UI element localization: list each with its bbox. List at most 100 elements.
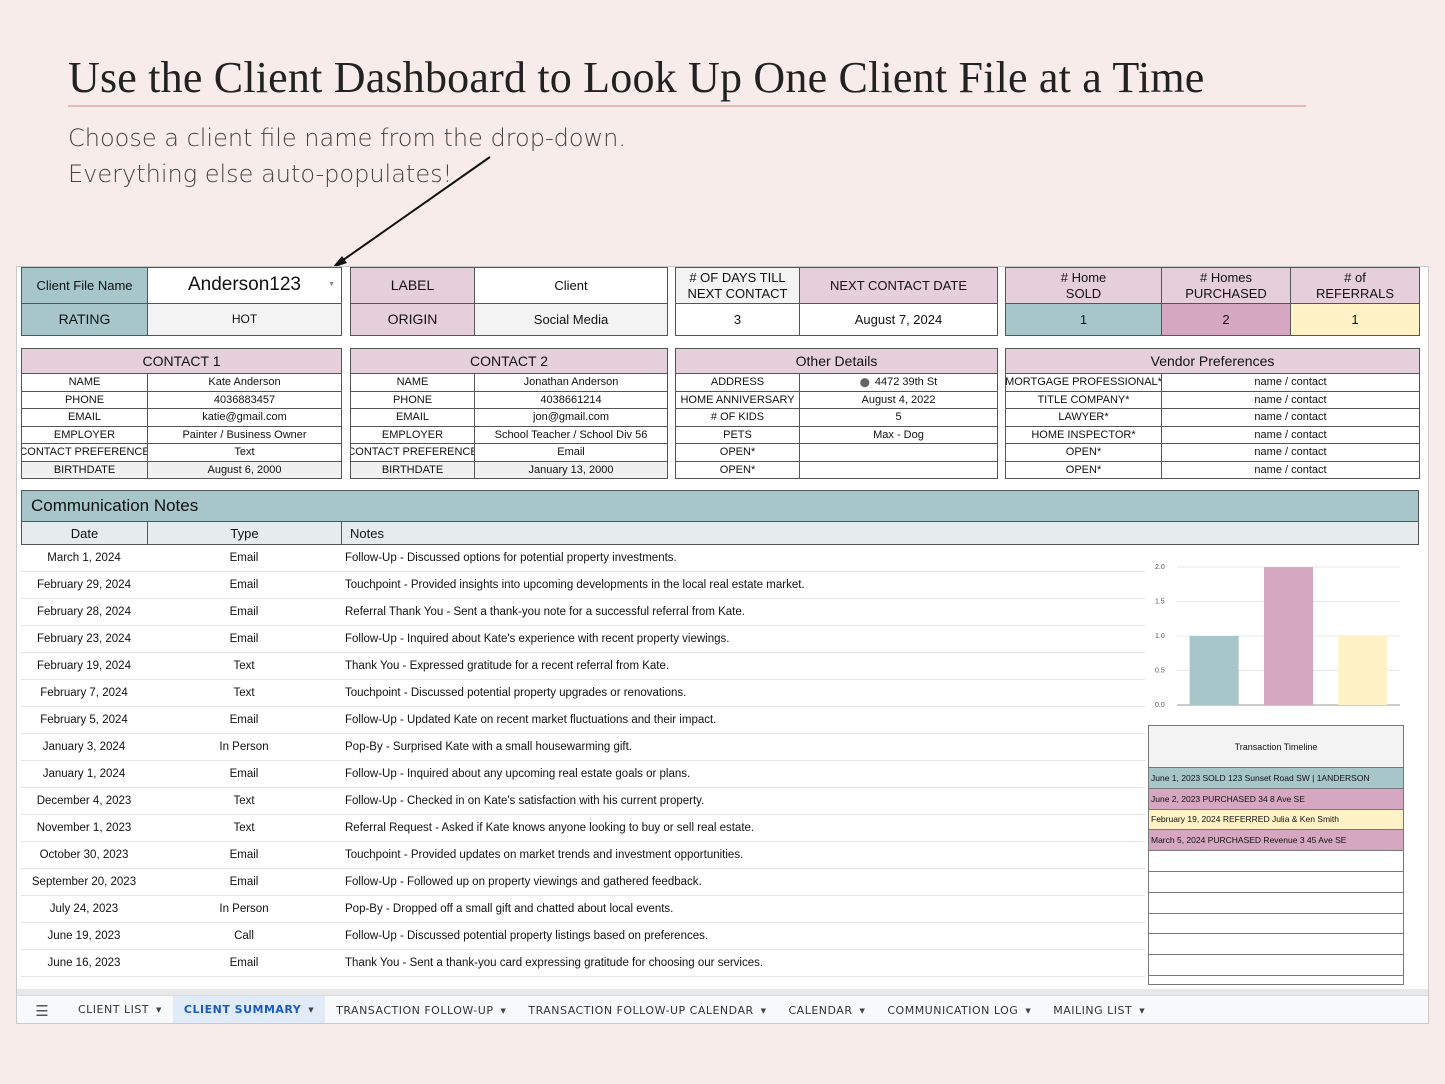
chart-y-tick-label: 1.0: [1155, 633, 1165, 640]
other-field-value: ⬤ 4472 39th St: [799, 374, 998, 392]
note-text: Follow-Up - Updated Kate on recent marke…: [345, 714, 717, 726]
tab-label: CLIENT SUMMARY: [183, 1003, 302, 1016]
note-date: February 23, 2024: [37, 633, 131, 645]
vendors-row: OPEN* name / contact: [1005, 444, 1420, 462]
note-date: January 3, 2024: [42, 741, 126, 753]
transaction-timeline: Transaction Timeline June 1, 2023 SOLD 1…: [1148, 725, 1404, 985]
note-text: Referral Thank You - Sent a thank-you no…: [345, 606, 745, 618]
note-text: Pop-By - Dropped off a small gift and ch…: [345, 903, 674, 915]
note-date: February 5, 2024: [40, 714, 128, 726]
vendors-field-label: TITLE COMPANY*: [1005, 391, 1162, 409]
table-row: July 24, 2023 In Person Pop-By - Dropped o…: [21, 896, 1145, 923]
table-row: March 1, 2024 Email Follow-Up - Discussed …: [21, 545, 1145, 572]
contact2-row: BIRTHDATE January 13, 2000: [350, 461, 668, 479]
client-file-label: Client File Name: [21, 267, 148, 304]
note-type: Email: [229, 957, 259, 969]
table-row: November 1, 2023 Text Referral Request - A…: [21, 815, 1145, 842]
contact1-row: EMAIL katie@gmail.com: [21, 409, 342, 427]
note-date: July 24, 2023: [49, 903, 119, 915]
contact2-header: CONTACT 2: [350, 348, 668, 374]
caret-down-icon[interactable]: ▼: [1025, 1007, 1031, 1015]
table-row: October 30, 2023 Email Touchpoint - Provid…: [21, 842, 1145, 869]
tab-calendar[interactable]: CALENDAR ▼: [778, 996, 877, 1024]
contact2-field-label: BIRTHDATE: [350, 461, 475, 479]
days-till-label: # OF DAYS TILL NEXT CONTACT: [675, 267, 800, 304]
chart-y-tick-label: 2.0: [1155, 564, 1165, 571]
note-text: Follow-Up - Followed up on property view…: [345, 876, 702, 888]
sheet-tab-bar: ☰ CLIENT LIST ▼ CLIENT SUMMARY ▼ TRANSACTION…: [17, 995, 1428, 1024]
caret-down-icon[interactable]: ▼: [859, 1007, 865, 1015]
other-row: # OF KIDS 5: [675, 409, 998, 427]
caret-down-icon[interactable]: ▼: [328, 281, 335, 289]
timeline-entry: [1149, 955, 1403, 976]
caret-down-icon[interactable]: ▼: [500, 1007, 506, 1015]
note-type: Email: [229, 579, 259, 591]
referrals-label: # of REFERRALS: [1290, 267, 1420, 304]
table-row: February 28, 2024 Email Referral Thank You…: [21, 599, 1145, 626]
timeline-title: Transaction Timeline: [1149, 726, 1403, 768]
tab-mailing-list[interactable]: MAILING LIST ▼: [1042, 996, 1156, 1024]
vendors-field-value: name / contact: [1161, 409, 1420, 427]
note-type: Email: [229, 714, 259, 726]
contact2-field-label: CONTACT PREFERENCE: [350, 444, 475, 462]
note-text: Pop-By - Surprised Kate with a small hou…: [345, 741, 632, 753]
vendors-row: OPEN* name / contact: [1005, 461, 1420, 479]
tab-transaction-follow-up[interactable]: TRANSACTION FOLLOW-UP ▼: [325, 996, 517, 1024]
note-date: October 30, 2023: [39, 849, 129, 861]
contact1-field-label: NAME: [21, 374, 148, 392]
note-text: Thank You - Sent a thank-you card expres…: [345, 957, 764, 969]
tab-transaction-follow-up-calendar[interactable]: TRANSACTION FOLLOW-UP CALENDAR ▼: [517, 996, 777, 1024]
vendors-field-value: name / contact: [1161, 444, 1420, 462]
caret-down-icon[interactable]: ▼: [308, 1006, 314, 1014]
note-text: Touchpoint - Provided updates on market …: [345, 849, 744, 861]
note-type: Text: [233, 687, 255, 699]
caret-down-icon[interactable]: ▼: [761, 1007, 767, 1015]
contact1-row: BIRTHDATE August 6, 2000: [21, 461, 342, 479]
timeline-entry: June 1, 2023 SOLD 123 Sunset Road SW | 1…: [1149, 768, 1403, 789]
chart-bar: [1338, 636, 1388, 705]
contact2-field-value: jon@gmail.com: [474, 409, 668, 427]
label-label: LABEL: [350, 267, 475, 304]
note-text: Touchpoint - Provided insights into upco…: [345, 579, 805, 591]
days-till-label-line2: NEXT CONTACT: [687, 285, 788, 301]
hamburger-menu-icon[interactable]: ☰: [17, 1002, 67, 1020]
note-text: Follow-Up - Checked in on Kate's satisfa…: [345, 795, 705, 807]
tab-communication-log[interactable]: COMMUNICATION LOG ▼: [876, 996, 1042, 1024]
note-date: June 19, 2023: [47, 930, 121, 942]
address-value: 4472 39th St: [874, 376, 938, 389]
other-field-value: August 4, 2022: [799, 391, 998, 409]
note-type: Email: [229, 876, 259, 888]
days-till-value: 3: [675, 303, 800, 336]
caret-down-icon[interactable]: ▼: [156, 1006, 162, 1014]
note-date: June 16, 2023: [47, 957, 121, 969]
tab-client-list[interactable]: CLIENT LIST ▼: [67, 996, 173, 1024]
note-type: Email: [229, 849, 259, 861]
contact1-field-value: Painter / Business Owner: [147, 426, 342, 444]
vendors-row: MORTGAGE PROFESSIONAL* name / contact: [1005, 374, 1420, 392]
timeline-rows: June 1, 2023 SOLD 123 Sunset Road SW | 1…: [1149, 768, 1403, 976]
homes-sold-label-line2: SOLD: [1065, 285, 1102, 301]
tab-label: CALENDAR: [788, 1004, 853, 1017]
homes-purchased-value: 2: [1161, 303, 1291, 336]
next-contact-label: NEXT CONTACT DATE: [799, 267, 998, 304]
caret-down-icon[interactable]: ▼: [1139, 1007, 1145, 1015]
homes-purchased-label-line1: # Homes: [1199, 269, 1253, 285]
note-type: Call: [234, 930, 254, 942]
client-file-dropdown[interactable]: Anderson123 ▼: [147, 267, 342, 304]
vendors-field-value: name / contact: [1161, 391, 1420, 409]
tab-client-summary[interactable]: CLIENT SUMMARY ▼: [172, 995, 326, 1023]
timeline-entry: [1149, 934, 1403, 956]
homes-sold-value: 1: [1005, 303, 1162, 336]
table-row: February 7, 2024 Text Touchpoint - Discuss…: [21, 680, 1145, 707]
other-row: OPEN*: [675, 444, 998, 462]
homes-purchased-label: # Homes PURCHASED: [1161, 267, 1291, 304]
label-value: Client: [474, 267, 668, 304]
days-till-label-line1: # OF DAYS TILL: [689, 269, 786, 285]
note-date: March 1, 2024: [47, 552, 121, 564]
note-date: February 28, 2024: [37, 606, 131, 618]
other-field-label: OPEN*: [675, 461, 800, 479]
table-row: September 20, 2023 Email Follow-Up - Follo…: [21, 869, 1145, 896]
contact2-row: CONTACT PREFERENCE Email: [350, 444, 668, 462]
note-type: In Person: [219, 903, 269, 915]
chart-y-tick-label: 0.5: [1155, 668, 1165, 675]
